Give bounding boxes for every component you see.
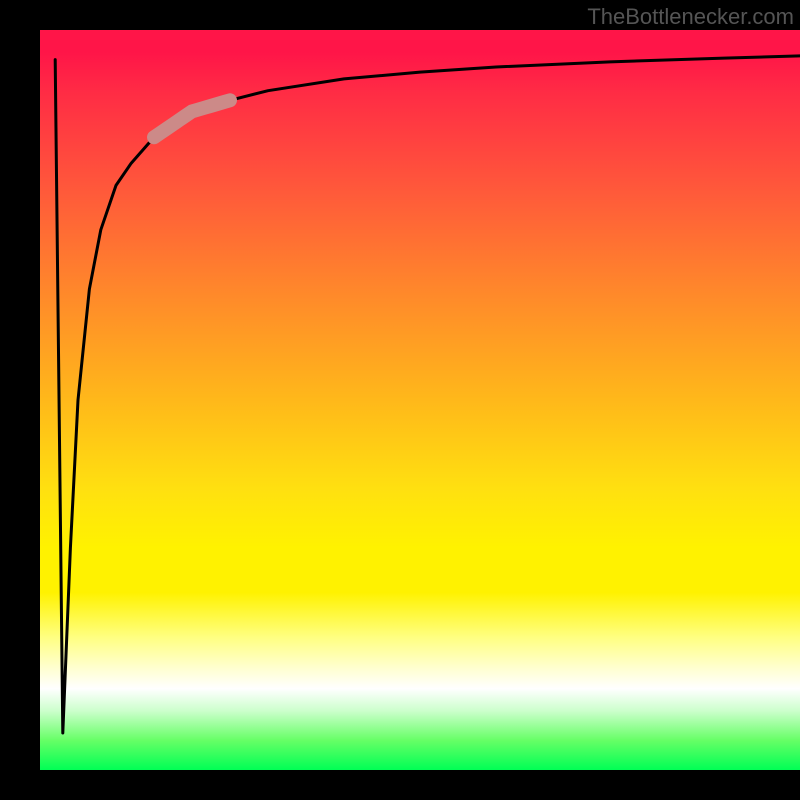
bottleneck-curve [55, 56, 800, 733]
plot-area [40, 30, 800, 770]
chart-svg [40, 30, 800, 770]
attribution-text: TheBottlenecker.com [587, 4, 794, 30]
highlight-segment [154, 100, 230, 137]
